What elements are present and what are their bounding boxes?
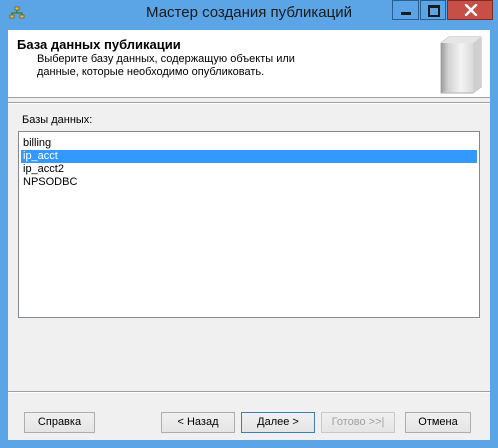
page-title: База данных публикации <box>17 37 181 52</box>
minimize-icon <box>401 12 411 15</box>
finish-button: Готово >>| <box>321 412 395 433</box>
list-item-ip-acct-selected[interactable]: ip_acct <box>21 150 477 163</box>
databases-label: Базы данных: <box>22 114 93 126</box>
databases-listbox[interactable]: billing ip_acct ip_acct2 NPSODBC <box>18 131 480 318</box>
cancel-button[interactable]: Отмена <box>405 412 471 433</box>
header-separator <box>8 102 490 104</box>
list-item-ip-acct2[interactable]: ip_acct2 <box>21 163 477 176</box>
next-button[interactable]: Далее > <box>241 412 315 433</box>
page-description: Выберите базу данных, содержащую объекты… <box>37 53 295 78</box>
wizard-window: Мастер создания публикаций База данных п… <box>0 0 498 448</box>
close-icon <box>464 4 478 16</box>
title-bar[interactable]: Мастер создания публикаций <box>0 0 498 30</box>
list-item-billing[interactable]: billing <box>21 137 477 150</box>
back-button[interactable]: < Назад <box>161 412 235 433</box>
close-button[interactable] <box>447 0 493 20</box>
help-button[interactable]: Справка <box>24 412 95 433</box>
list-item-label: ip_acct <box>23 150 58 162</box>
publication-book-icon <box>440 36 482 94</box>
wizard-client-area: База данных публикации Выберите базу дан… <box>8 30 490 440</box>
minimize-button[interactable] <box>392 0 419 20</box>
wizard-header: База данных публикации Выберите базу дан… <box>8 30 490 98</box>
list-item-npsodbc[interactable]: NPSODBC <box>21 176 477 189</box>
footer-separator <box>8 391 490 393</box>
maximize-icon <box>428 5 440 17</box>
maximize-button[interactable] <box>420 0 446 20</box>
